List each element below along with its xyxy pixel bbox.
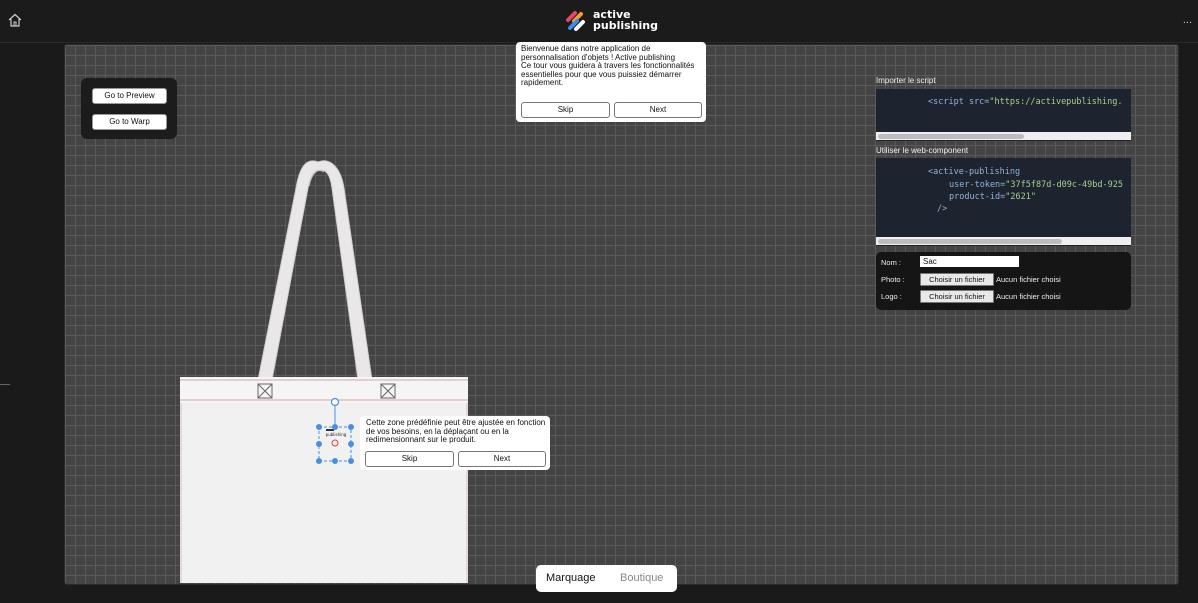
component-code-line4: /> [937, 204, 948, 214]
photo-file-status: Aucun fichier choisi [996, 275, 1061, 284]
code-tag: <script [928, 97, 964, 107]
name-label: Nom : [881, 258, 902, 267]
script-section-label: Importer le script [876, 76, 936, 85]
top-bar: active publishing ... [0, 0, 1198, 43]
product-form: Nom : Sac Photo : Choisir un fichier Auc… [876, 252, 1131, 310]
mode-tabs: Marquage Boutique [536, 565, 677, 592]
photo-label: Photo : [881, 275, 905, 284]
code-value: "https://activepublishing. [989, 97, 1123, 107]
tour-zone-skip-button[interactable]: Skip [365, 451, 454, 467]
script-code-line: <script src="https://activepublishing. [928, 97, 1122, 107]
logo-text-line2: publishing [593, 19, 658, 32]
tour-zone-popover: Cette zone prédéfinie peut être ajustée … [360, 416, 550, 470]
marking-zone[interactable]: publishing [312, 396, 360, 466]
tab-marquage[interactable]: Marquage [546, 565, 596, 592]
code-value-token: "37f5f87d-d09c-49bd-925 [1005, 180, 1123, 190]
code-value-product: "2621" [1005, 192, 1037, 202]
product-bag-image [180, 160, 468, 583]
go-to-preview-button[interactable]: Go to Preview [92, 88, 167, 104]
component-scrollbar-thumb[interactable] [878, 239, 1062, 244]
more-icon[interactable]: ... [1183, 14, 1192, 26]
component-code-line2: user-token="37f5f87d-d09c-49bd-925 [949, 180, 1123, 190]
component-code-box[interactable]: <active-publishing user-token="37f5f87d-… [876, 158, 1131, 246]
logo-file-status: Aucun fichier choisi [996, 292, 1061, 301]
navigation-panel: Go to Preview Go to Warp [81, 78, 177, 139]
component-code-line3: product-id="2621" [949, 192, 1036, 202]
logo-label: Logo : [881, 292, 902, 301]
component-code-line1: <active-publishing [928, 167, 1021, 177]
tour-intro-popover: Bienvenue dans notre application de pers… [516, 42, 706, 122]
code-attr: src= [963, 97, 990, 107]
go-to-warp-button[interactable]: Go to Warp [92, 114, 167, 130]
script-scrollbar-thumb[interactable] [878, 134, 1024, 139]
tab-boutique[interactable]: Boutique [620, 565, 663, 592]
code-attr-token: user-token= [949, 180, 1006, 190]
logo-file-button[interactable]: Choisir un fichier [920, 290, 994, 303]
tour-intro-text: Bienvenue dans notre application de pers… [521, 44, 695, 87]
logo-icon [566, 11, 585, 31]
script-code-box[interactable]: <script src="https://activepublishing. [876, 89, 1131, 141]
tour-intro-skip-button[interactable]: Skip [521, 102, 610, 118]
zone-logo-text: publishing [326, 432, 347, 437]
component-scrollbar[interactable] [876, 237, 1131, 245]
home-icon[interactable] [7, 12, 23, 28]
tour-zone-text: Cette zone prédéfinie peut être ajustée … [366, 418, 546, 444]
name-input[interactable]: Sac [920, 256, 1019, 267]
tour-intro-next-button[interactable]: Next [614, 102, 702, 118]
divider [0, 384, 10, 385]
logo-text: active publishing [593, 9, 658, 31]
tour-zone-next-button[interactable]: Next [458, 451, 546, 467]
component-section-label: Utiliser le web-component [876, 146, 969, 155]
photo-file-button[interactable]: Choisir un fichier [920, 273, 994, 286]
code-attr-product: product-id= [949, 192, 1006, 202]
brand-logo: active publishing [565, 8, 658, 32]
script-scrollbar[interactable] [876, 132, 1131, 140]
